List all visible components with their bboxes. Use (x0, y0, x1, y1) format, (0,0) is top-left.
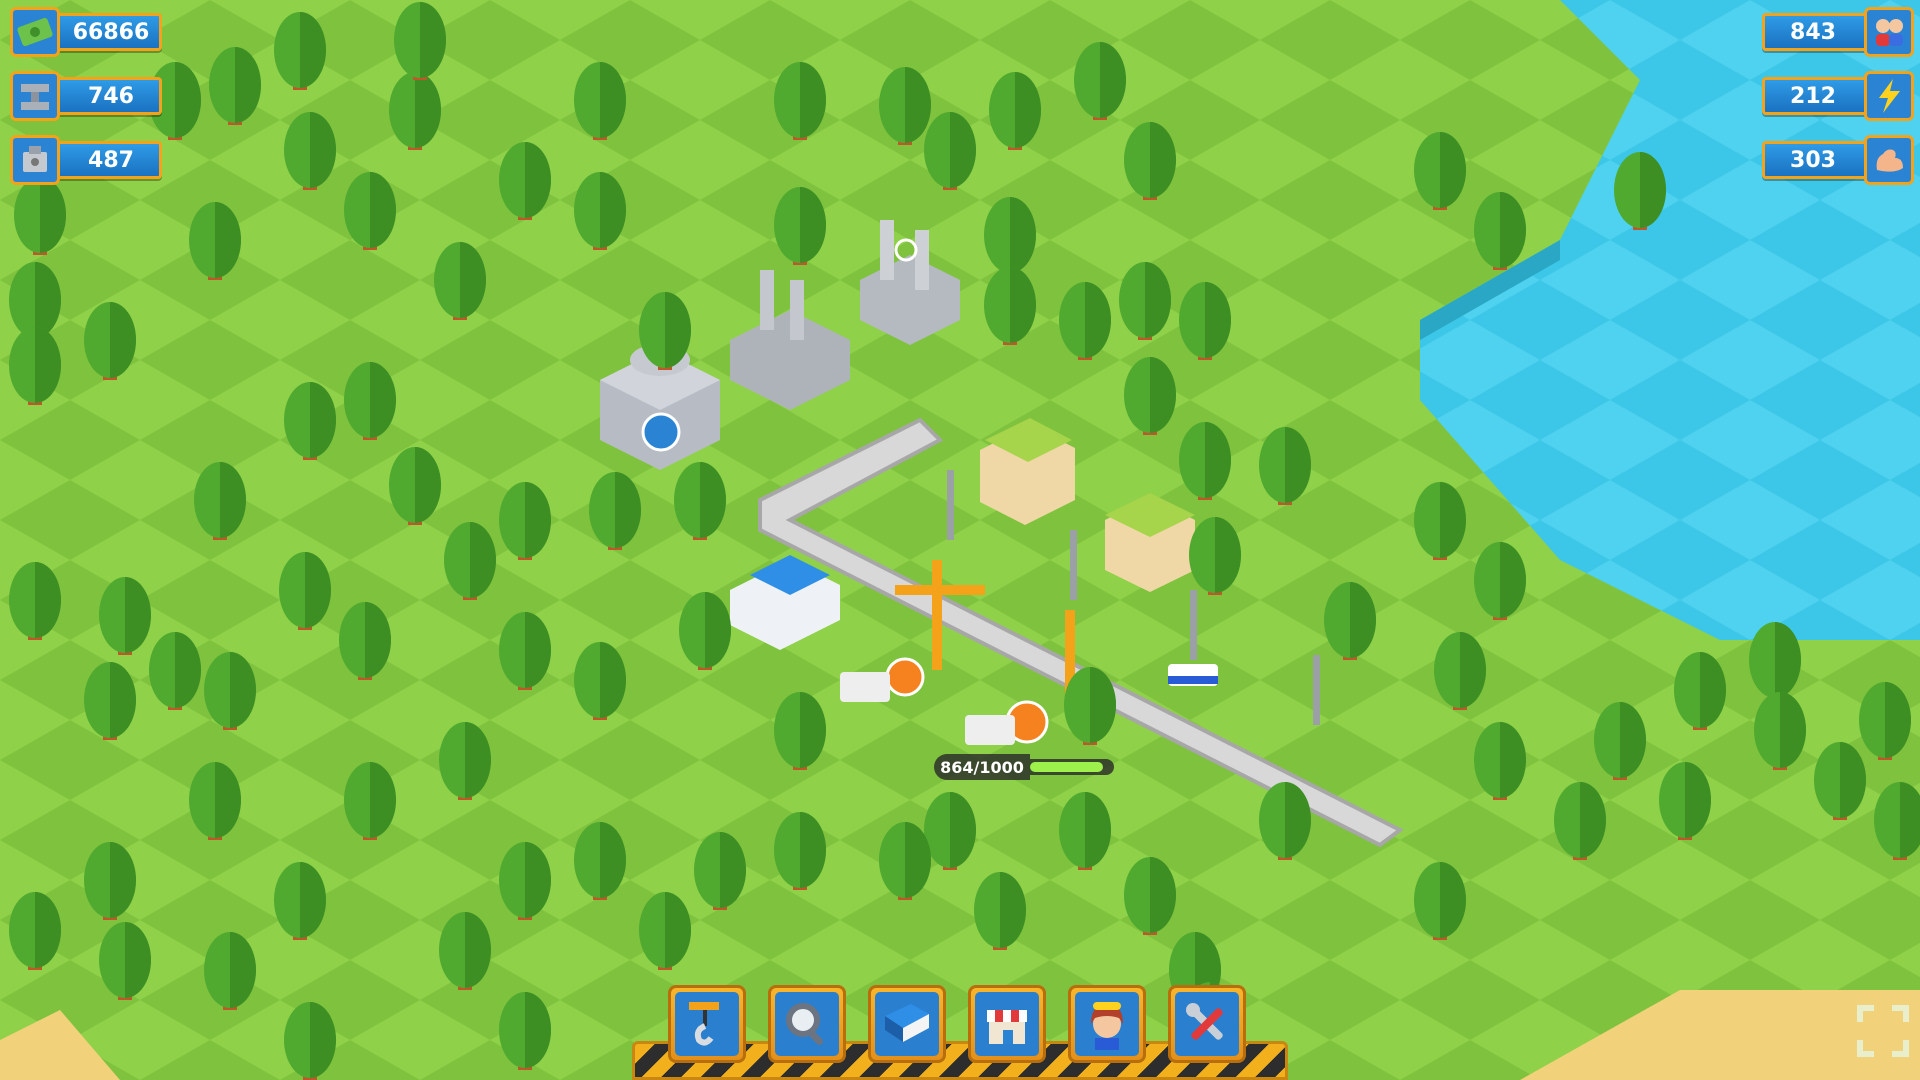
muscle-icon (1864, 135, 1914, 185)
people-icon (1864, 7, 1914, 57)
construction-progress: 864/1000 (934, 754, 1116, 780)
energy-value: 212 (1762, 77, 1872, 115)
steel-value: 746 (52, 77, 162, 115)
shop-button[interactable] (968, 985, 1046, 1063)
machine-icon (10, 135, 60, 185)
money-icon (10, 7, 60, 57)
bus-vehicle (1168, 664, 1218, 686)
money-value: 66866 (52, 13, 162, 51)
crane-hook-icon (689, 1002, 719, 1046)
machines-value: 487 (52, 141, 162, 179)
shop-icon (987, 1010, 1027, 1044)
workforce-value: 303 (1762, 141, 1872, 179)
machines-counter[interactable]: 487 (10, 135, 162, 185)
construction-progress-fill (1030, 762, 1103, 772)
fullscreen-icon[interactable] (1856, 1004, 1910, 1058)
advisor-button[interactable] (1068, 985, 1146, 1063)
steel-counter[interactable]: 746 (10, 71, 162, 121)
game-map[interactable] (0, 0, 1920, 1080)
population-value: 843 (1762, 13, 1872, 51)
money-counter[interactable]: 66866 (10, 7, 162, 57)
search-button[interactable] (768, 985, 846, 1063)
lightning-icon (1864, 71, 1914, 121)
magnifier-icon (786, 1003, 824, 1046)
book-icon (885, 1004, 929, 1042)
book-button[interactable] (868, 985, 946, 1063)
tools-button[interactable] (1168, 985, 1246, 1063)
bottom-toolbar (632, 985, 1288, 1080)
advisor-avatar-icon (1091, 1002, 1123, 1050)
energy-counter[interactable]: 212 (1762, 71, 1914, 121)
construction-progress-bar (1030, 759, 1114, 775)
workforce-counter[interactable]: 303 (1762, 135, 1914, 185)
population-counter[interactable]: 843 (1762, 7, 1914, 57)
construction-progress-text: 864/1000 (934, 754, 1030, 780)
build-crane-button[interactable] (668, 985, 746, 1063)
steel-icon (10, 71, 60, 121)
wrench-screwdriver-icon (1186, 1003, 1223, 1040)
